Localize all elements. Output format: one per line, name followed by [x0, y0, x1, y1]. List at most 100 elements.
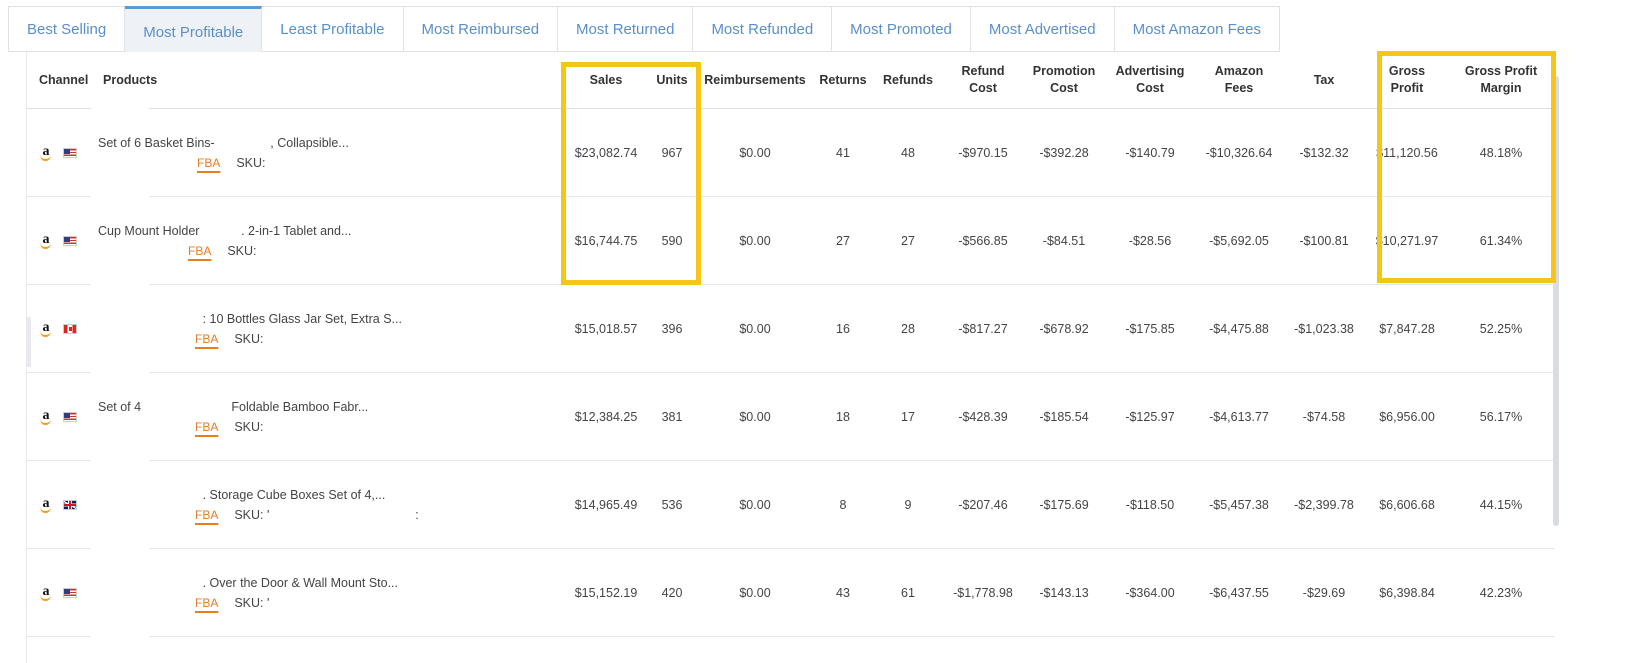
- product-cell: . Over the Door & Wall Mount Sto... FBA SK…: [91, 548, 567, 637]
- product-cell: Set of 6 Basket Bins- , Collapsible... FB…: [91, 108, 567, 197]
- gross-profit-margin-cell: 44.15%: [1447, 460, 1555, 549]
- tab-most-reimbursed[interactable]: Most Reimbursed: [403, 6, 559, 52]
- returns-cell: 27: [811, 196, 875, 285]
- table-row[interactable]: a . Storage Cube Boxes Set of 4,... FBA SK…: [27, 460, 1555, 549]
- column-header-refunds[interactable]: Refunds: [875, 52, 941, 109]
- refunds-cell: 48: [875, 108, 941, 197]
- table-row[interactable]: a Cup Mount Holder . 2-in-1 Tablet and...…: [27, 196, 1555, 285]
- gross-profit-cell: $7,847.28: [1367, 284, 1447, 373]
- column-header-sales[interactable]: Sales: [567, 52, 645, 109]
- amazon-fees-cell: -$6,437.55: [1197, 548, 1281, 637]
- tab-most-promoted[interactable]: Most Promoted: [832, 6, 971, 52]
- advertising-cost-cell: -$125.97: [1103, 372, 1197, 461]
- product-cell: Cup Mount Holder . 2-in-1 Tablet and... F…: [91, 196, 567, 285]
- sku-label: SKU: ' :: [234, 508, 419, 522]
- amazon-fees-cell: -$4,475.88: [1197, 284, 1281, 373]
- product-info: . Over the Door & Wall Mount Sto... FBA SK…: [91, 548, 567, 637]
- product-image-placeholder: [91, 196, 149, 285]
- product-meta: FBA SKU: ': [195, 596, 269, 610]
- returns-cell: 41: [811, 108, 875, 197]
- returns-cell: 8: [811, 460, 875, 549]
- column-header-tax[interactable]: Tax: [1281, 52, 1367, 109]
- gross-profit-margin-cell: 42.23%: [1447, 548, 1555, 637]
- column-header-refund-cost[interactable]: Refund Cost: [941, 52, 1025, 109]
- product-title-link[interactable]: : 10 Bottles Glass Jar Set, Extra S...: [147, 312, 402, 326]
- reimbursements-cell: $0.00: [699, 372, 811, 461]
- profitability-report: Best Selling Most Profitable Least Profita…: [0, 0, 1625, 663]
- product-meta: FBA SKU:: [195, 332, 264, 346]
- column-header-channel[interactable]: Channel: [27, 52, 91, 109]
- reimbursements-cell: $0.00: [699, 284, 811, 373]
- amazon-fees-cell: -$10,326.64: [1197, 108, 1281, 197]
- column-header-promotion-cost[interactable]: Promotion Cost: [1025, 52, 1103, 109]
- column-header-advertising-cost[interactable]: Advertising Cost: [1103, 52, 1197, 109]
- column-header-returns[interactable]: Returns: [811, 52, 875, 109]
- column-header-products[interactable]: Products: [91, 52, 567, 109]
- tab-most-amazon-fees[interactable]: Most Amazon Fees: [1114, 6, 1280, 52]
- advertising-cost-cell: -$28.56: [1103, 196, 1197, 285]
- column-header-gross-profit-margin[interactable]: Gross Profit Margin: [1447, 52, 1555, 109]
- channel-cell: a: [27, 284, 91, 373]
- product-title-link[interactable]: . Storage Cube Boxes Set of 4,...: [147, 488, 386, 502]
- flag-us-icon: [63, 235, 77, 246]
- tab-best-selling[interactable]: Best Selling: [8, 6, 126, 52]
- returns-cell: 18: [811, 372, 875, 461]
- product-info: Set of 4 Foldable Bamboo Fabr... FBA SKU:: [91, 372, 567, 461]
- panel-edge: [27, 317, 31, 367]
- product-info: . Storage Cube Boxes Set of 4,... FBA SKU:…: [91, 460, 567, 549]
- column-header-gross-profit[interactable]: Gross Profit: [1367, 52, 1447, 109]
- channel-icons: a: [39, 232, 89, 249]
- product-image-placeholder: [91, 284, 149, 373]
- tab-most-returned[interactable]: Most Returned: [558, 6, 694, 52]
- refund-cost-cell: -$817.27: [941, 284, 1025, 373]
- table-row[interactable]: a Set of 6 Basket Bins- , Collapsible... F…: [27, 108, 1555, 197]
- column-header-units[interactable]: Units: [645, 52, 699, 109]
- column-header-amazon-fees[interactable]: Amazon Fees: [1197, 52, 1281, 109]
- promotion-cost-cell: -$84.51: [1025, 196, 1103, 285]
- tab-most-profitable[interactable]: Most Profitable: [125, 6, 263, 52]
- column-header-reimbursements[interactable]: Reimbursements: [699, 52, 811, 109]
- gross-profit-cell: $11,120.56: [1367, 108, 1447, 197]
- gross-profit-cell: $10,271.97: [1367, 196, 1447, 285]
- table-row[interactable]: a Set of 4 Foldable Bamboo Fabr... FBA SKU:…: [27, 372, 1555, 461]
- channel-icons: a: [39, 144, 89, 161]
- gross-profit-margin-cell: 48.18%: [1447, 108, 1555, 197]
- amazon-fees-cell: -$4,613.77: [1197, 372, 1281, 461]
- tab-least-profitable[interactable]: Least Profitable: [262, 6, 404, 52]
- refunds-cell: 28: [875, 284, 941, 373]
- advertising-cost-cell: -$118.50: [1103, 460, 1197, 549]
- table-body: a Set of 6 Basket Bins- , Collapsible... F…: [27, 108, 1555, 637]
- gross-profit-cell: $6,606.68: [1367, 460, 1447, 549]
- tax-cell: -$132.32: [1281, 108, 1367, 197]
- refund-cost-cell: -$566.85: [941, 196, 1025, 285]
- refunds-cell: 61: [875, 548, 941, 637]
- product-meta: FBA SKU:: [188, 244, 257, 258]
- product-title-link[interactable]: Cup Mount Holder . 2-in-1 Tablet and...: [98, 224, 351, 238]
- refund-cost-cell: -$207.46: [941, 460, 1025, 549]
- channel-icons: a: [39, 320, 89, 337]
- tab-most-refunded[interactable]: Most Refunded: [693, 6, 833, 52]
- channel-cell: a: [27, 196, 91, 285]
- flag-us-icon: [63, 147, 77, 158]
- amazon-icon: a: [39, 496, 53, 513]
- product-meta: FBA SKU:: [195, 420, 264, 434]
- tax-cell: -$74.58: [1281, 372, 1367, 461]
- fba-badge: FBA: [188, 244, 212, 258]
- product-info: Cup Mount Holder . 2-in-1 Tablet and... F…: [91, 196, 567, 285]
- gross-profit-cell: $6,956.00: [1367, 372, 1447, 461]
- channel-icons: a: [39, 496, 89, 513]
- tax-cell: -$2,399.78: [1281, 460, 1367, 549]
- table-row[interactable]: a : 10 Bottles Glass Jar Set, Extra S...…: [27, 284, 1555, 373]
- units-cell: 396: [645, 284, 699, 373]
- vertical-scrollbar[interactable]: [1553, 76, 1559, 526]
- product-title-link[interactable]: Set of 6 Basket Bins- , Collapsible...: [98, 136, 349, 150]
- product-title-link[interactable]: . Over the Door & Wall Mount Sto...: [147, 576, 398, 590]
- sales-cell: $23,082.74: [567, 108, 645, 197]
- table-row[interactable]: a . Over the Door & Wall Mount Sto... FBA…: [27, 548, 1555, 637]
- product-title-link[interactable]: Set of 4 Foldable Bamboo Fabr...: [98, 400, 368, 414]
- amazon-icon: a: [39, 584, 53, 601]
- advertising-cost-cell: -$364.00: [1103, 548, 1197, 637]
- sku-label: SKU:: [234, 332, 264, 346]
- tab-most-advertised[interactable]: Most Advertised: [970, 6, 1115, 52]
- returns-cell: 43: [811, 548, 875, 637]
